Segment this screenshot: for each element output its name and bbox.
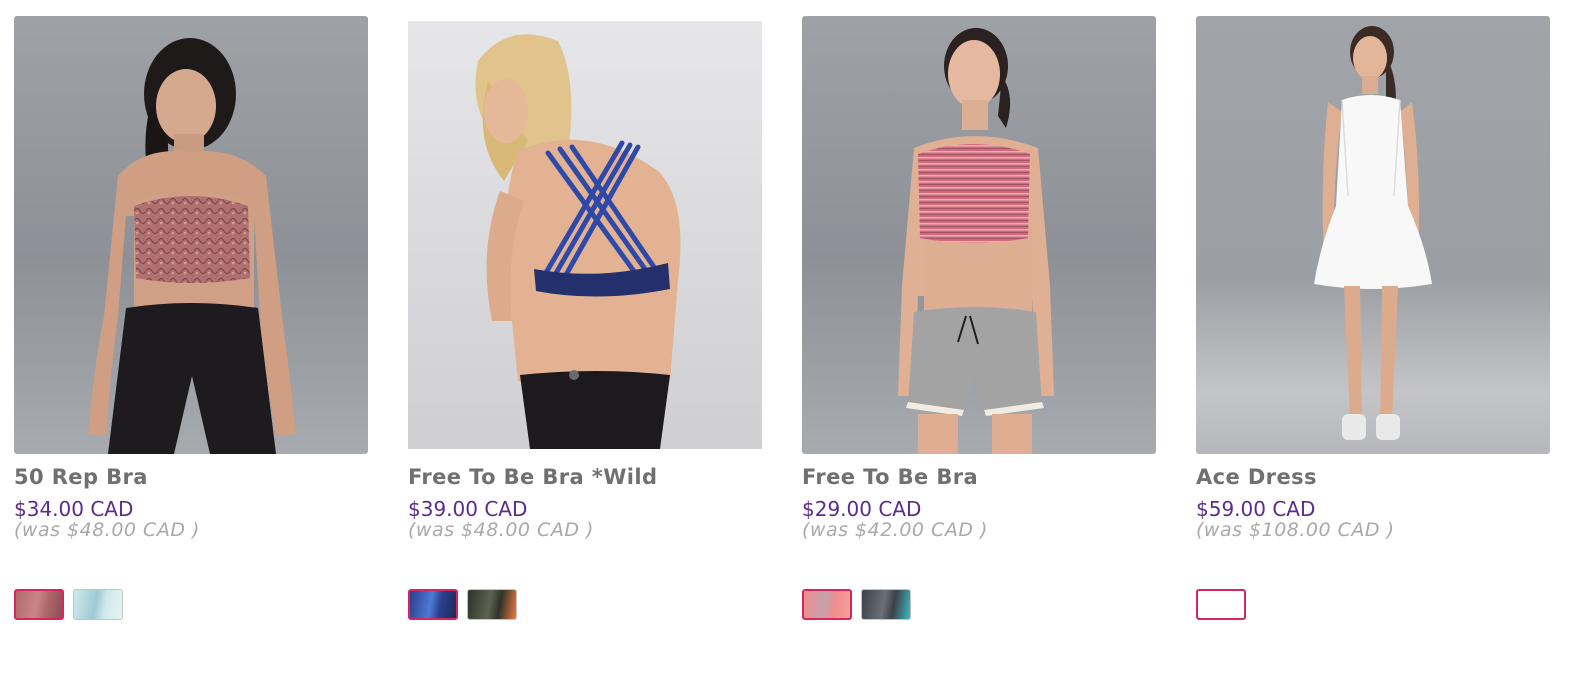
product-name[interactable]: Free To Be Bra *Wild	[408, 465, 657, 489]
product-card: Free To Be Bra *Wild $39.00 CAD (was $48…	[408, 0, 764, 674]
product-image[interactable]	[1196, 16, 1550, 454]
color-swatch[interactable]	[861, 589, 911, 620]
original-price: (was $48.00 CAD )	[408, 519, 594, 541]
original-price: (was $48.00 CAD )	[14, 519, 200, 541]
original-price: (was $42.00 CAD )	[802, 519, 988, 541]
product-image[interactable]	[408, 21, 762, 449]
product-card: Free To Be Bra $29.00 CAD (was $42.00 CA…	[802, 0, 1158, 674]
sale-price: $39.00 CAD	[408, 497, 528, 521]
color-swatch[interactable]	[802, 589, 852, 620]
product-name[interactable]: Ace Dress	[1196, 465, 1317, 489]
product-image[interactable]	[14, 16, 368, 454]
product-card: 50 Rep Bra $34.00 CAD (was $48.00 CAD )	[14, 0, 370, 674]
color-swatch[interactable]	[14, 589, 64, 620]
product-card: Ace Dress $59.00 CAD (was $108.00 CAD )	[1196, 0, 1552, 674]
color-swatch[interactable]	[467, 589, 517, 620]
product-image[interactable]	[802, 16, 1156, 454]
original-price: (was $108.00 CAD )	[1196, 519, 1395, 541]
product-name[interactable]: 50 Rep Bra	[14, 465, 148, 489]
sale-price: $59.00 CAD	[1196, 497, 1316, 521]
sale-price: $34.00 CAD	[14, 497, 134, 521]
color-swatch[interactable]	[73, 589, 123, 620]
color-swatch[interactable]	[1196, 589, 1246, 620]
sale-price: $29.00 CAD	[802, 497, 922, 521]
color-swatch[interactable]	[408, 589, 458, 620]
product-grid: 50 Rep Bra $34.00 CAD (was $48.00 CAD )	[0, 0, 1592, 674]
product-name[interactable]: Free To Be Bra	[802, 465, 978, 489]
